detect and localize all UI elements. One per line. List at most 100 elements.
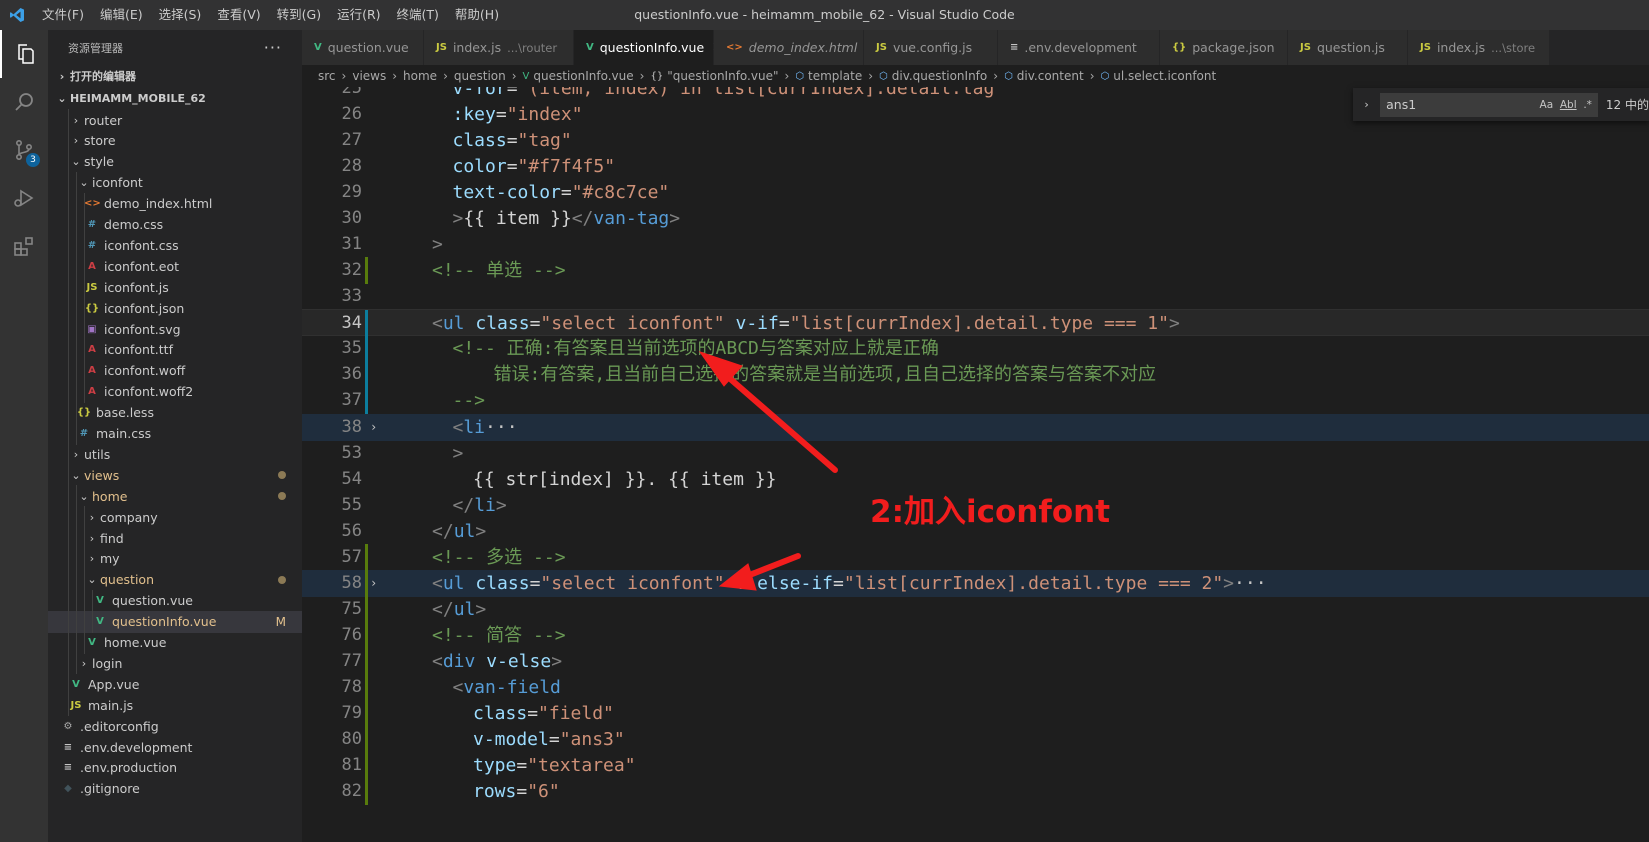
tree-item[interactable]: › find	[48, 527, 302, 549]
tab-questioninfo-vue[interactable]: VquestionInfo.vue✕	[574, 30, 723, 65]
code-line[interactable]: 38 › <li···	[302, 413, 1649, 441]
menu-item[interactable]: 选择(S)	[151, 0, 210, 30]
run-debug-icon[interactable]	[0, 174, 48, 222]
search-icon[interactable]	[0, 78, 48, 126]
breadcrumb-item[interactable]: questionInfo.vue	[533, 69, 633, 83]
code-line[interactable]: 35 <!-- 正确:有答案且当前选项的ABCD与答案对应上就是正确	[302, 335, 1649, 363]
code-line[interactable]: 32 <!-- 单选 -->	[302, 257, 1649, 285]
code-line[interactable]: 27 class="tag"	[302, 127, 1649, 154]
fold-chevron-icon[interactable]: ›	[370, 414, 377, 441]
tree-item[interactable]: ⚙ .editorconfig	[48, 715, 302, 737]
tab--env-development[interactable]: ≡ .env.development	[998, 30, 1160, 65]
match-word-icon[interactable]: Abl	[1560, 99, 1577, 111]
tab-package-json[interactable]: {} package.json	[1160, 30, 1288, 65]
breadcrumb-item[interactable]: question	[454, 69, 506, 83]
tree-item[interactable]: › my	[48, 547, 302, 570]
code-line[interactable]: 76 <!-- 简答 -->	[302, 621, 1649, 649]
code-line[interactable]: 30 >{{ item }}</van-tag>	[302, 205, 1649, 232]
tree-item[interactable]: ⌄ home	[48, 485, 302, 508]
code-line[interactable]: 77 <div v-else>	[302, 647, 1649, 675]
more-actions-icon[interactable]: ···	[264, 38, 282, 57]
source-control-icon[interactable]: 3	[0, 126, 48, 174]
code-line[interactable]: 33	[302, 283, 1649, 310]
tree-item[interactable]: VquestionInfo.vue M	[48, 610, 302, 633]
tree-item[interactable]: ⌄ question	[48, 568, 302, 591]
tree-item[interactable]: V App.vue	[48, 673, 302, 696]
menu-item[interactable]: 查看(V)	[209, 0, 268, 30]
tab-index-js[interactable]: JS index.js ...\router	[424, 30, 574, 65]
tree-item[interactable]: Vhome.vue	[48, 631, 302, 654]
tree-item[interactable]: ▣ iconfont.svg	[48, 318, 302, 340]
match-case-icon[interactable]: Aa	[1540, 99, 1554, 111]
breadcrumb-item[interactable]: ul.select.iconfont	[1113, 69, 1216, 83]
code-line[interactable]: 31 >	[302, 231, 1649, 258]
tab-question-vue[interactable]: Vquestion.vue	[302, 30, 424, 65]
tab-index-js[interactable]: JS index.js ...\store	[1408, 30, 1550, 65]
tree-item[interactable]: Aiconfont.woff	[48, 359, 302, 382]
code-line[interactable]: 29 text-color="#c8c7ce"	[302, 179, 1649, 206]
breadcrumb-item[interactable]: "questionInfo.vue"	[667, 69, 778, 83]
breadcrumb-item[interactable]: home	[403, 69, 437, 83]
regex-icon[interactable]: .*	[1583, 99, 1592, 111]
code-line[interactable]: 28 color="#f7f4f5"	[302, 153, 1649, 180]
tree-item[interactable]: ⌄ iconfont	[48, 171, 302, 194]
sidebar-header: 资源管理器 ···	[48, 30, 302, 65]
code-line[interactable]: 80 v-model="ans3"	[302, 726, 1649, 753]
fold-chevron-icon[interactable]: ›	[370, 570, 377, 597]
breadcrumb-item[interactable]: views	[352, 69, 386, 83]
find-input[interactable]: ans1 Aa Abl .*	[1380, 92, 1598, 117]
menu-item[interactable]: 运行(R)	[329, 0, 388, 30]
tab-question-js[interactable]: JS question.js	[1288, 30, 1408, 65]
tree-item[interactable]: ⌄ style	[48, 150, 302, 173]
menu-item[interactable]: 帮助(H)	[447, 0, 507, 30]
open-editors-section[interactable]: › 打开的编辑器	[48, 65, 302, 87]
tree-item[interactable]: {} iconfont.json	[48, 297, 302, 320]
tree-item[interactable]: › store	[48, 129, 302, 152]
tree-item[interactable]: JS iconfont.js	[48, 276, 302, 299]
code-line[interactable]: 34 <ul class="select iconfont" v-if="list…	[302, 309, 1649, 338]
tree-item[interactable]: ⌄ views	[48, 464, 302, 487]
extensions-icon[interactable]	[0, 222, 48, 270]
code-line[interactable]: 53 >	[302, 440, 1649, 467]
tree-item[interactable]: Aiconfont.woff2	[48, 380, 302, 403]
tree-item[interactable]: # main.css	[48, 422, 302, 445]
explorer-icon[interactable]	[0, 30, 48, 78]
breadcrumb-item[interactable]: div.content	[1017, 69, 1084, 83]
menu-item[interactable]: 转到(G)	[269, 0, 329, 30]
code-line[interactable]: 82 rows="6"	[302, 778, 1649, 806]
breadcrumb-item[interactable]: src	[318, 69, 336, 83]
tree-item[interactable]: › login	[48, 652, 302, 675]
code-line[interactable]: 36 错误:有答案,且当前自己选择的答案就是当前选项,且自己选择的答案与答案不对应	[302, 361, 1649, 389]
tree-item[interactable]: ◆ .gitignore	[48, 778, 302, 800]
tab-demo-index-html[interactable]: <> demo_index.html	[714, 30, 864, 65]
tree-item[interactable]: Vquestion.vue	[48, 589, 302, 612]
code-line[interactable]: 37 -->	[302, 387, 1649, 415]
menu-item[interactable]: 终端(T)	[389, 0, 447, 30]
tree-item[interactable]: {} base.less	[48, 401, 302, 424]
code-line[interactable]: 81 type="textarea"	[302, 752, 1649, 780]
code-line[interactable]: 57 <!-- 多选 -->	[302, 543, 1649, 571]
menu-item[interactable]: 文件(F)	[34, 0, 92, 30]
tree-item[interactable]: Aiconfont.eot	[48, 255, 302, 278]
code-line[interactable]: 79 class="field"	[302, 699, 1649, 727]
tree-item[interactable]: <> demo_index.html	[48, 192, 302, 215]
code-line[interactable]: 58 › <ul class="select iconfont" v-else-if…	[302, 569, 1649, 597]
code-line[interactable]: 78 <van-field	[302, 673, 1649, 701]
tree-item[interactable]: # demo.css	[48, 213, 302, 236]
breadcrumb-item[interactable]: template	[808, 69, 862, 83]
tree-item[interactable]: JS main.js	[48, 694, 302, 717]
code-editor[interactable]: 25 v-for="(item, index) in list[currIndex…	[302, 87, 1649, 842]
code-line[interactable]: 75 </ul>	[302, 595, 1649, 623]
breadcrumb-item[interactable]: div.questionInfo	[892, 69, 988, 83]
tree-item[interactable]: › utils	[48, 443, 302, 466]
tree-item[interactable]: Aiconfont.ttf	[48, 338, 302, 361]
tree-item[interactable]: ≡ .env.development	[48, 736, 302, 758]
menu-item[interactable]: 编辑(E)	[92, 0, 151, 30]
tree-item[interactable]: # iconfont.css	[48, 234, 302, 257]
tree-item[interactable]: › company	[48, 506, 302, 529]
toggle-replace-icon[interactable]: ›	[1359, 98, 1374, 111]
tree-item[interactable]: ≡ .env.production	[48, 757, 302, 779]
tree-item[interactable]: › router	[48, 109, 302, 131]
project-section[interactable]: ⌄ HEIMAMM_MOBILE_62	[48, 87, 302, 109]
tab-vue-config-js[interactable]: JS vue.config.js	[864, 30, 998, 65]
